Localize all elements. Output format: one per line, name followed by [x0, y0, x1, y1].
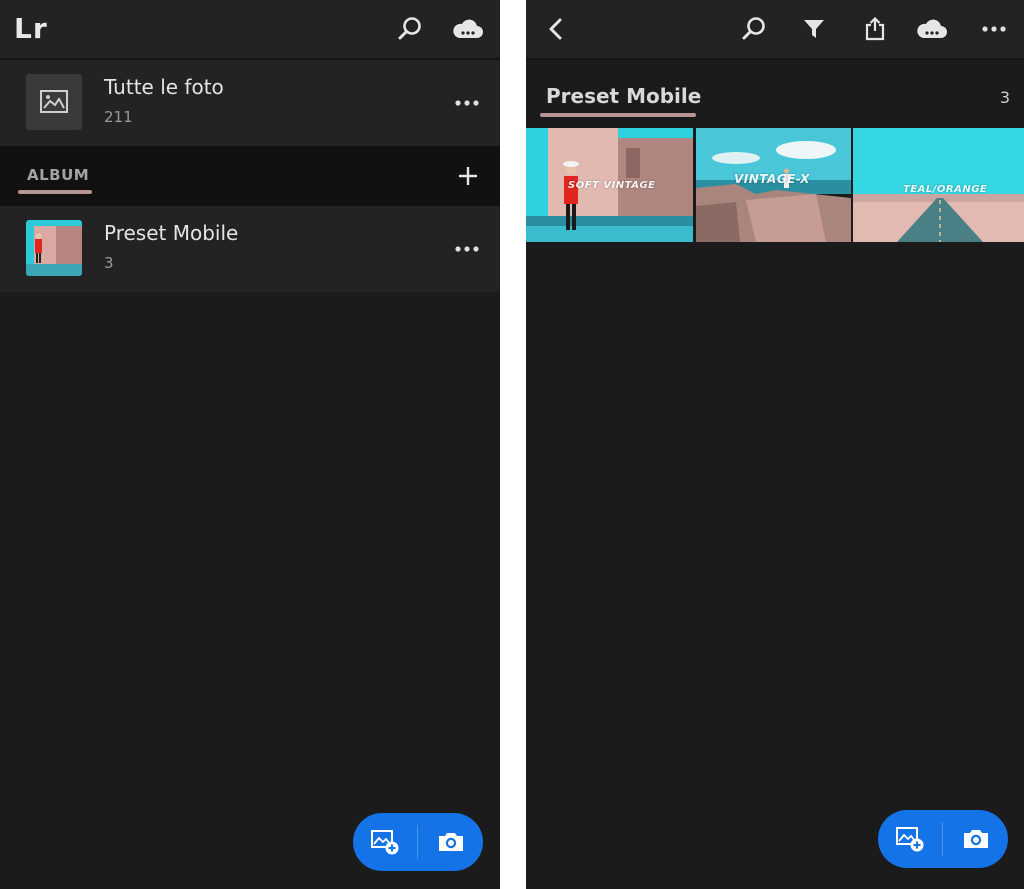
all-photos-title: Tutte le foto: [104, 75, 224, 99]
more-icon[interactable]: [976, 11, 1012, 47]
back-icon[interactable]: [538, 11, 574, 47]
photo-thumbnail[interactable]: SOFT VINTAGE: [526, 128, 693, 242]
camera-icon[interactable]: [419, 813, 483, 871]
import-capture-fab: [353, 813, 483, 871]
album-title: Preset Mobile: [546, 84, 702, 108]
import-capture-fab: [878, 810, 1008, 868]
fab-divider: [942, 822, 943, 856]
more-icon[interactable]: [452, 237, 482, 261]
add-photo-icon[interactable]: [878, 810, 942, 868]
camera-icon[interactable]: [944, 810, 1008, 868]
plus-icon[interactable]: [452, 160, 484, 192]
lightroom-logo: Lr: [14, 12, 48, 45]
all-photos-count: 211: [104, 108, 133, 126]
image-icon: [26, 74, 82, 130]
albums-panel: Lr Tutte le foto 211 ALBUM Preset Mobile…: [0, 0, 500, 889]
section-label: ALBUM: [27, 166, 90, 184]
album-title: Preset Mobile: [104, 221, 239, 245]
album-count: 3: [999, 88, 1010, 107]
search-icon[interactable]: [392, 11, 428, 47]
album-count: 3: [104, 254, 114, 272]
album-row[interactable]: Preset Mobile 3: [0, 206, 500, 292]
photo-label: SOFT VINTAGE: [568, 180, 656, 191]
share-icon[interactable]: [857, 11, 893, 47]
photo-label: TEAL/ORANGE: [903, 184, 988, 195]
add-photo-icon[interactable]: [353, 813, 417, 871]
photo-thumbnail[interactable]: VINTAGE-X: [696, 128, 851, 242]
more-icon[interactable]: [452, 91, 482, 115]
highlight-underline: [540, 113, 696, 117]
photo-label: VINTAGE-X: [734, 172, 810, 186]
highlight-underline: [18, 190, 92, 194]
search-icon[interactable]: [736, 11, 772, 47]
cloud-icon[interactable]: [914, 11, 950, 47]
cloud-icon[interactable]: [450, 11, 486, 47]
all-photos-row[interactable]: Tutte le foto 211: [0, 60, 500, 146]
album-section-header: ALBUM: [0, 146, 500, 206]
album-detail-panel: Preset Mobile 3 SOFT VINTAGE VINTAGE-X T…: [526, 0, 1024, 889]
fab-divider: [417, 825, 418, 859]
photo-thumbnail[interactable]: TEAL/ORANGE: [853, 128, 1024, 242]
filter-icon[interactable]: [796, 11, 832, 47]
album-thumbnail: [26, 220, 82, 276]
top-bar: Lr: [0, 0, 500, 60]
top-bar: [526, 0, 1024, 60]
